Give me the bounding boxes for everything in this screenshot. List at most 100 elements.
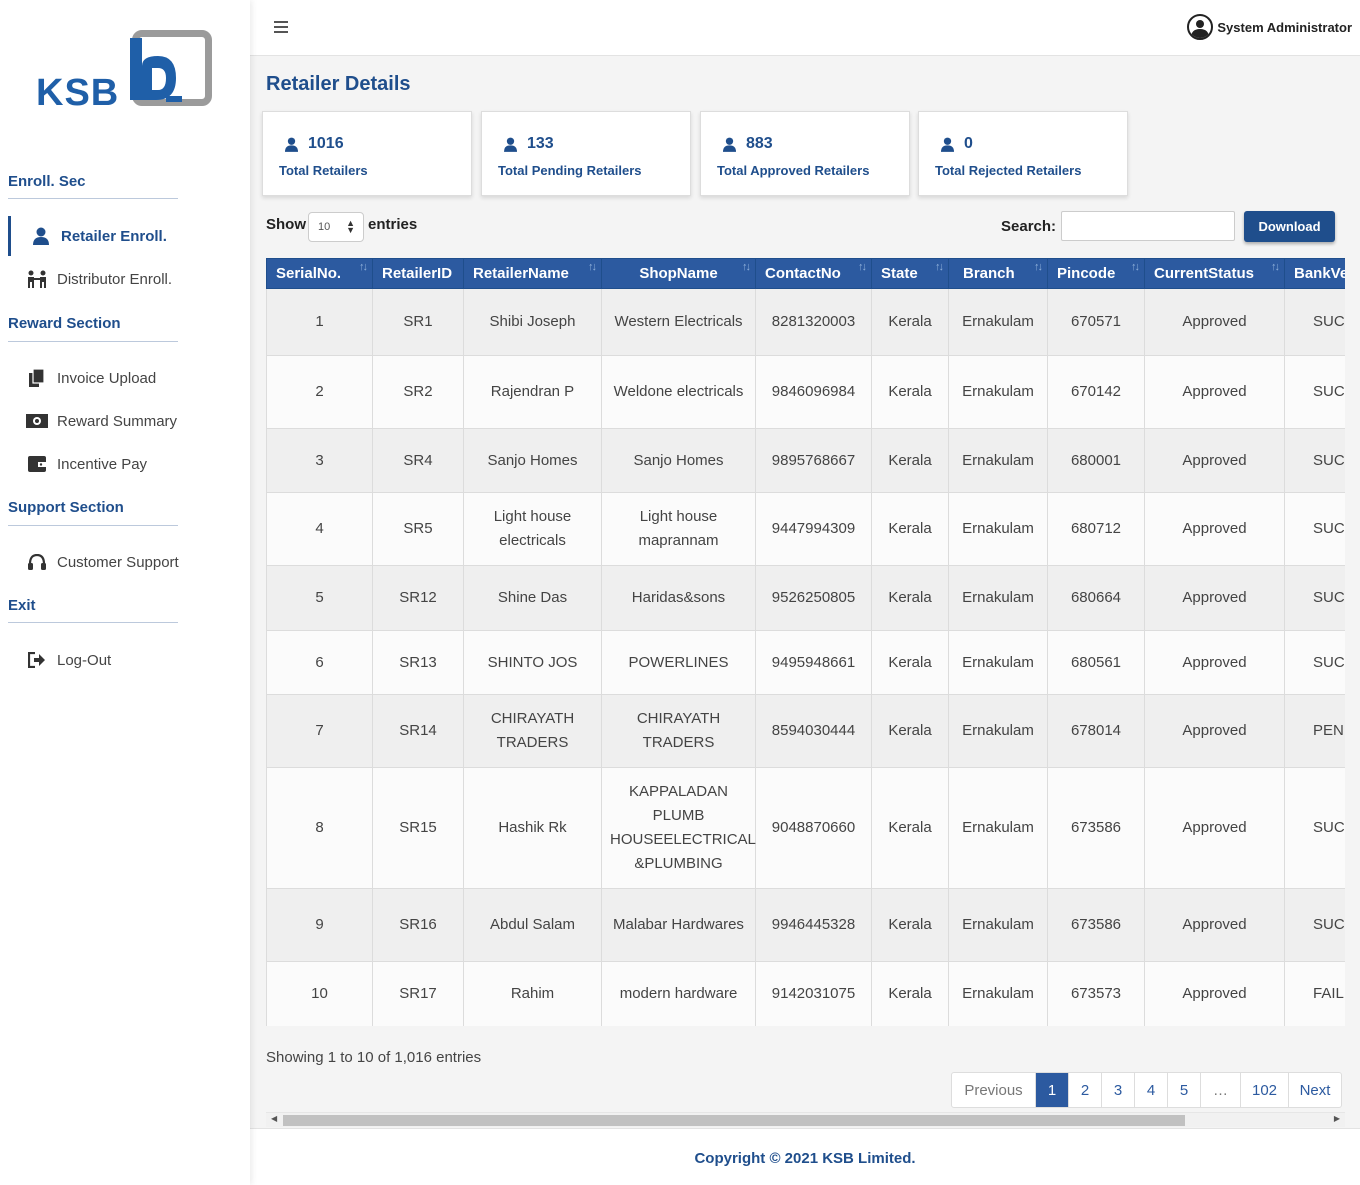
sidebar: KSB Enroll. Sec Retailer Enroll. Distrib… xyxy=(0,0,250,1185)
page-button-1[interactable]: 1 xyxy=(1035,1073,1068,1107)
page-button-4[interactable]: 4 xyxy=(1134,1073,1167,1107)
page-button-5[interactable]: 5 xyxy=(1167,1073,1200,1107)
cell-contact: 9142031075 xyxy=(755,961,872,1026)
entries-label: entries xyxy=(368,216,418,233)
entries-select[interactable]: 10 ▲ ▼ xyxy=(308,212,364,242)
download-button[interactable]: Download xyxy=(1244,211,1335,242)
show-label: Show xyxy=(266,216,306,233)
previous-button[interactable]: Previous xyxy=(952,1073,1035,1107)
cell-retailer-name: Rahim xyxy=(463,961,602,1026)
cell-branch: Ernakulam xyxy=(948,694,1048,768)
cell-serial: 9 xyxy=(266,888,373,962)
cell-branch: Ernakulam xyxy=(948,565,1048,631)
cell-state: Kerala xyxy=(871,767,949,889)
stat-value: 1016 xyxy=(308,135,344,152)
cell-contact: 9946445328 xyxy=(755,888,872,962)
sort-icon: ↑↓ xyxy=(1271,261,1280,273)
sidebar-item-invoice-upload[interactable]: Invoice Upload xyxy=(26,366,156,390)
column-header-retailerid[interactable]: RetailerID xyxy=(372,258,464,289)
column-title: State xyxy=(881,265,918,282)
retailer-table: SerialNo. ↑↓ RetailerID RetailerName ↑↓ Sh… xyxy=(266,258,1345,1026)
cell-state: Kerala xyxy=(871,492,949,566)
cell-serial: 5 xyxy=(266,565,373,631)
sidebar-item-reward-summary[interactable]: Reward Summary xyxy=(26,409,177,433)
column-title: Pincode xyxy=(1057,265,1116,282)
sidebar-item-label: Invoice Upload xyxy=(57,369,157,387)
scroll-left-icon[interactable]: ◀ xyxy=(271,1114,277,1123)
scrollbar-thumb[interactable] xyxy=(283,1115,1185,1126)
cell-pincode: 680712 xyxy=(1047,492,1145,566)
cell-branch: Ernakulam xyxy=(948,630,1048,695)
column-header-contactno[interactable]: ContactNo ↑↓ xyxy=(755,258,872,289)
stat-value: 0 xyxy=(964,135,973,152)
column-header-retailername[interactable]: RetailerName ↑↓ xyxy=(463,258,602,289)
entries-select-value: 10 xyxy=(318,221,331,233)
cell-status: Approved xyxy=(1144,630,1285,695)
section-title-support: Support Section xyxy=(8,499,124,516)
column-header-shopname[interactable]: ShopName ↑↓ xyxy=(601,258,756,289)
cell-pincode: 673586 xyxy=(1047,767,1145,889)
sidebar-item-logout[interactable]: Log-Out xyxy=(26,648,111,672)
cell-state: Kerala xyxy=(871,355,949,429)
table-row[interactable]: 5 SR12 Shine Das Haridas&sons 9526250805 Kera… xyxy=(266,565,1345,631)
sidebar-item-label: Reward Summary xyxy=(57,412,178,430)
ksb-logo[interactable]: KSB xyxy=(36,28,216,114)
menu-toggle-icon[interactable] xyxy=(274,21,288,33)
stat-label: Total Approved Retailers xyxy=(717,163,870,178)
table-row[interactable]: 7 SR14 CHIRAYATH TRADERS CHIRAYATH TRADERS 8… xyxy=(266,694,1345,768)
column-title: Branch xyxy=(963,265,1015,282)
user-menu[interactable]: System Administrator xyxy=(1187,14,1352,40)
cell-retailer-name: Abdul Salam xyxy=(463,888,602,962)
table-row[interactable]: 9 SR16 Abdul Salam Malabar Hardwares 9946445… xyxy=(266,888,1345,962)
cell-retailer-name: Shine Das xyxy=(463,565,602,631)
sidebar-item-customer-support[interactable]: Customer Support xyxy=(26,550,179,574)
table-row[interactable]: 3 SR4 Sanjo Homes Sanjo Homes 9895768667 Kera… xyxy=(266,428,1345,493)
stat-label: Total Pending Retailers xyxy=(498,163,642,178)
column-header-state[interactable]: State ↑↓ xyxy=(871,258,949,289)
column-header-currentstatus[interactable]: CurrentStatus ↑↓ xyxy=(1144,258,1285,289)
column-header-bankve[interactable]: BankVe xyxy=(1284,258,1345,289)
column-header-serialno[interactable]: SerialNo. ↑↓ xyxy=(266,258,373,289)
cell-bank-verification: FAIL xyxy=(1284,961,1345,1026)
cell-bank-verification: SUCC xyxy=(1284,630,1345,695)
page-title: Retailer Details xyxy=(266,73,411,95)
divider xyxy=(8,198,178,199)
table-row[interactable]: 4 SR5 Light house electricals Light house m… xyxy=(266,492,1345,566)
table-row[interactable]: 6 SR13 SHINTO JOS POWERLINES 9495948661 Keral… xyxy=(266,630,1345,695)
cell-retailer-id: SR14 xyxy=(372,694,464,768)
cell-contact: 9495948661 xyxy=(755,630,872,695)
search-input[interactable] xyxy=(1061,211,1235,241)
sidebar-item-distributor-enroll[interactable]: Distributor Enroll. xyxy=(26,267,172,291)
sidebar-item-incentive-pay[interactable]: Incentive Pay xyxy=(26,452,147,476)
column-header-pincode[interactable]: Pincode ↑↓ xyxy=(1047,258,1145,289)
page-button-2[interactable]: 2 xyxy=(1068,1073,1101,1107)
cell-serial: 2 xyxy=(266,355,373,429)
horizontal-scrollbar[interactable]: ◀ ▶ xyxy=(266,1112,1345,1127)
cell-state: Kerala xyxy=(871,565,949,631)
user-icon xyxy=(723,137,736,152)
column-title: SerialNo. xyxy=(276,265,342,282)
page-button-3[interactable]: 3 xyxy=(1101,1073,1134,1107)
column-title: ShopName xyxy=(639,265,718,282)
scroll-right-icon[interactable]: ▶ xyxy=(1334,1114,1340,1123)
logo-text: KSB xyxy=(36,72,120,114)
cell-retailer-name: Hashik Rk xyxy=(463,767,602,889)
page-button-102[interactable]: 102 xyxy=(1240,1073,1288,1107)
next-button[interactable]: Next xyxy=(1288,1073,1341,1107)
cell-status: Approved xyxy=(1144,767,1285,889)
table-row[interactable]: 8 SR15 Hashik Rk KAPPALADAN PLUMB HOUSEELEC… xyxy=(266,767,1345,889)
cell-retailer-id: SR16 xyxy=(372,888,464,962)
sort-icon: ↑↓ xyxy=(858,261,867,273)
sort-icon: ↑↓ xyxy=(1034,261,1043,273)
stat-card-total: 1016 Total Retailers xyxy=(262,111,472,196)
table-row[interactable]: 10 SR17 Rahim modern hardware 9142031075 Kera… xyxy=(266,961,1345,1026)
sidebar-item-label: Distributor Enroll. xyxy=(57,270,173,288)
table-row[interactable]: 1 SR1 Shibi Joseph Western Electricals 82813… xyxy=(266,288,1345,356)
cell-serial: 3 xyxy=(266,428,373,493)
cell-retailer-id: SR5 xyxy=(372,492,464,566)
table-row[interactable]: 2 SR2 Rajendran P Weldone electricals 984609… xyxy=(266,355,1345,429)
column-header-branch[interactable]: Branch ↑↓ xyxy=(948,258,1048,289)
cell-state: Kerala xyxy=(871,961,949,1026)
section-title-reward: Reward Section xyxy=(8,315,121,332)
sidebar-item-retailer-enroll[interactable]: Retailer Enroll. xyxy=(30,224,167,248)
